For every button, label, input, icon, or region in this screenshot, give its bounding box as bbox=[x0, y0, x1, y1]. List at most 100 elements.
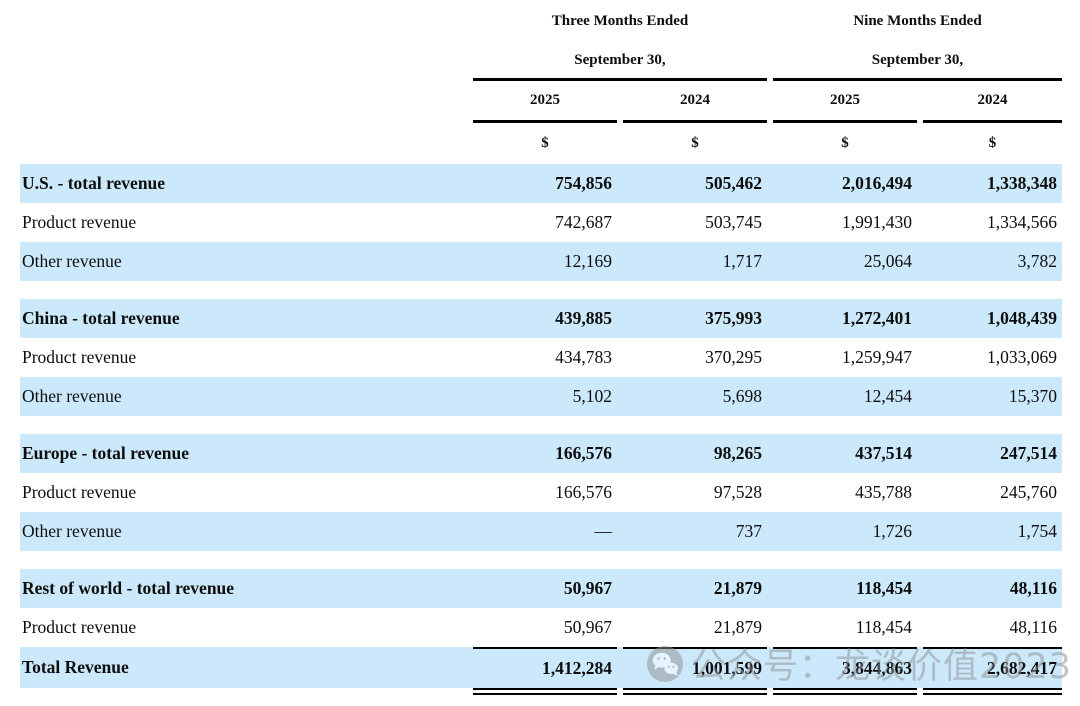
year-column-header-9m-2024: 2024 bbox=[923, 81, 1062, 123]
value-cell-9m-2025: 1,272,401 bbox=[773, 299, 917, 338]
value-cell-9m-2025: 435,788 bbox=[773, 473, 917, 512]
table-row-us-product: Product revenue 742,687 503,745 1,991,43… bbox=[20, 203, 1062, 242]
header-spacer bbox=[20, 123, 467, 164]
value-cell-9m-2024: 48,116 bbox=[923, 569, 1062, 608]
table-row-us-other: Other revenue 12,169 1,717 25,064 3,782 bbox=[20, 242, 1062, 281]
period-date-nine-months: September 30, bbox=[773, 42, 1062, 81]
value-cell-3m-2025: 166,576 bbox=[473, 434, 617, 473]
table-header-row-2: September 30, September 30, bbox=[20, 42, 1062, 81]
header-spacer bbox=[20, 0, 467, 42]
row-label: Other revenue bbox=[20, 377, 467, 416]
period-date-three-months: September 30, bbox=[473, 42, 767, 81]
value-cell-9m-2024: 245,760 bbox=[923, 473, 1062, 512]
value-cell-9m-2025: 25,064 bbox=[773, 242, 917, 281]
value-cell-9m-2024: 2,682,417 bbox=[923, 647, 1062, 688]
currency-symbol: $ bbox=[623, 123, 767, 164]
value-cell-9m-2025: 1,726 bbox=[773, 512, 917, 551]
value-cell-9m-2024: 3,782 bbox=[923, 242, 1062, 281]
table-row-us-total: U.S. - total revenue 754,856 505,462 2,0… bbox=[20, 164, 1062, 203]
revenue-by-region-table: Three Months Ended Nine Months Ended Sep… bbox=[20, 0, 1062, 698]
double-rule-segment bbox=[923, 688, 1062, 695]
value-cell-9m-2025: 1,991,430 bbox=[773, 203, 917, 242]
period-header-three-months: Three Months Ended bbox=[473, 0, 767, 42]
value-cell-3m-2024: 503,745 bbox=[623, 203, 767, 242]
row-label: Other revenue bbox=[20, 242, 467, 281]
section-gap-2 bbox=[20, 416, 1062, 434]
value-cell-3m-2025: 439,885 bbox=[473, 299, 617, 338]
table-body: U.S. - total revenue 754,856 505,462 2,0… bbox=[20, 164, 1062, 688]
table-row-europe-other: Other revenue — 737 1,726 1,754 bbox=[20, 512, 1062, 551]
double-rule-segment bbox=[473, 688, 617, 695]
value-cell-9m-2024: 48,116 bbox=[923, 608, 1062, 647]
year-column-header-9m-2025: 2025 bbox=[773, 81, 917, 123]
currency-symbol: $ bbox=[473, 123, 617, 164]
value-cell-9m-2024: 15,370 bbox=[923, 377, 1062, 416]
value-cell-3m-2024: 1,001,599 bbox=[623, 647, 767, 688]
currency-symbol: $ bbox=[773, 123, 917, 164]
value-cell-9m-2025: 2,016,494 bbox=[773, 164, 917, 203]
table-row-europe-total: Europe - total revenue 166,576 98,265 43… bbox=[20, 434, 1062, 473]
row-label: Product revenue bbox=[20, 473, 467, 512]
section-gap-1 bbox=[20, 281, 1062, 299]
value-cell-3m-2025: 754,856 bbox=[473, 164, 617, 203]
table-row-row-product: Product revenue 50,967 21,879 118,454 48… bbox=[20, 608, 1062, 647]
value-cell-9m-2025: 118,454 bbox=[773, 569, 917, 608]
value-cell-3m-2024: 97,528 bbox=[623, 473, 767, 512]
table-header-row-1: Three Months Ended Nine Months Ended bbox=[20, 0, 1062, 42]
table-row-row-total: Rest of world - total revenue 50,967 21,… bbox=[20, 569, 1062, 608]
value-cell-9m-2024: 1,033,069 bbox=[923, 338, 1062, 377]
value-cell-3m-2025: 5,102 bbox=[473, 377, 617, 416]
row-label: Total Revenue bbox=[20, 647, 467, 688]
table-row-china-other: Other revenue 5,102 5,698 12,454 15,370 bbox=[20, 377, 1062, 416]
row-label: U.S. - total revenue bbox=[20, 164, 467, 203]
value-cell-9m-2025: 3,844,863 bbox=[773, 647, 917, 688]
value-cell-3m-2025: 434,783 bbox=[473, 338, 617, 377]
period-header-nine-months: Nine Months Ended bbox=[773, 0, 1062, 42]
rule-spacer bbox=[20, 688, 467, 698]
value-cell-9m-2025: 12,454 bbox=[773, 377, 917, 416]
value-cell-3m-2024: 505,462 bbox=[623, 164, 767, 203]
row-label: Product revenue bbox=[20, 338, 467, 377]
table-header-years: 2025 2024 2025 2024 bbox=[20, 81, 1062, 123]
table-row-china-product: Product revenue 434,783 370,295 1,259,94… bbox=[20, 338, 1062, 377]
table-header-currency: $ $ $ $ bbox=[20, 123, 1062, 164]
value-cell-3m-2024: 370,295 bbox=[623, 338, 767, 377]
value-cell-9m-2025: 1,259,947 bbox=[773, 338, 917, 377]
currency-symbol: $ bbox=[923, 123, 1062, 164]
value-cell-9m-2025: 118,454 bbox=[773, 608, 917, 647]
year-column-header-3m-2025: 2025 bbox=[473, 81, 617, 123]
value-cell-3m-2025: 742,687 bbox=[473, 203, 617, 242]
value-cell-3m-2024: 1,717 bbox=[623, 242, 767, 281]
total-double-rule bbox=[20, 688, 1062, 698]
table-row-total-revenue: Total Revenue 1,412,284 1,001,599 3,844,… bbox=[20, 647, 1062, 688]
value-cell-3m-2024: 21,879 bbox=[623, 569, 767, 608]
section-gap-3 bbox=[20, 551, 1062, 569]
value-cell-3m-2024: 375,993 bbox=[623, 299, 767, 338]
value-cell-3m-2025: 1,412,284 bbox=[473, 647, 617, 688]
value-cell-9m-2024: 1,048,439 bbox=[923, 299, 1062, 338]
value-cell-9m-2024: 1,334,566 bbox=[923, 203, 1062, 242]
value-cell-3m-2025: 50,967 bbox=[473, 569, 617, 608]
value-cell-3m-2024: 21,879 bbox=[623, 608, 767, 647]
value-cell-3m-2025: 12,169 bbox=[473, 242, 617, 281]
value-cell-3m-2024: 98,265 bbox=[623, 434, 767, 473]
row-label: Other revenue bbox=[20, 512, 467, 551]
year-column-header-3m-2024: 2024 bbox=[623, 81, 767, 123]
header-spacer bbox=[20, 81, 467, 123]
value-cell-3m-2024: 5,698 bbox=[623, 377, 767, 416]
header-spacer bbox=[20, 42, 467, 81]
value-cell-3m-2025: 166,576 bbox=[473, 473, 617, 512]
row-label: Europe - total revenue bbox=[20, 434, 467, 473]
value-cell-3m-2025: — bbox=[473, 512, 617, 551]
table-row-china-total: China - total revenue 439,885 375,993 1,… bbox=[20, 299, 1062, 338]
table-row-europe-product: Product revenue 166,576 97,528 435,788 2… bbox=[20, 473, 1062, 512]
value-cell-9m-2024: 1,754 bbox=[923, 512, 1062, 551]
row-label: Product revenue bbox=[20, 608, 467, 647]
row-label: China - total revenue bbox=[20, 299, 467, 338]
value-cell-3m-2025: 50,967 bbox=[473, 608, 617, 647]
row-label: Product revenue bbox=[20, 203, 467, 242]
value-cell-9m-2024: 247,514 bbox=[923, 434, 1062, 473]
double-rule-segment bbox=[773, 688, 917, 695]
double-rule-segment bbox=[623, 688, 767, 695]
value-cell-9m-2025: 437,514 bbox=[773, 434, 917, 473]
